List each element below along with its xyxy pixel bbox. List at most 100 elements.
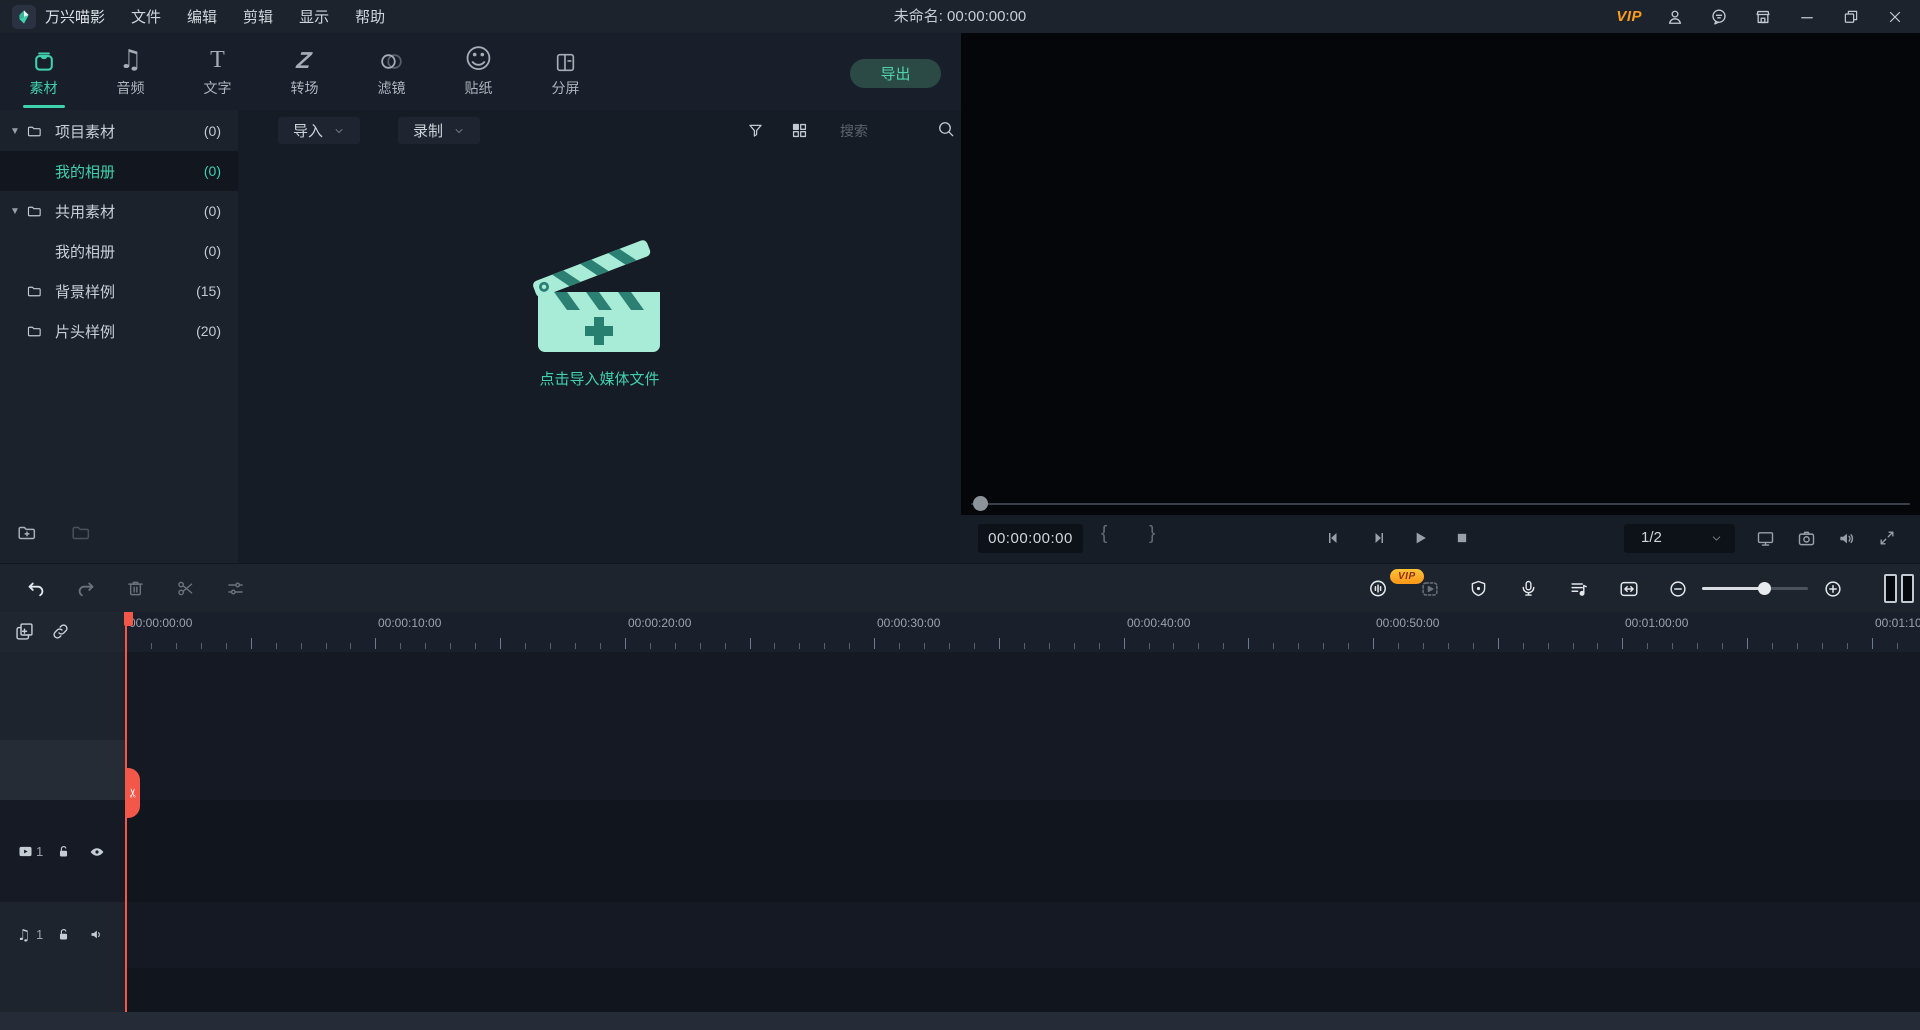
sidebar-item-count: (20) bbox=[196, 323, 221, 339]
tab-split[interactable]: 分屏 bbox=[522, 33, 609, 110]
ruler-tick bbox=[1373, 638, 1374, 649]
sidebar-item-label: 背景样例 bbox=[55, 281, 115, 302]
vip-badge[interactable]: VIP bbox=[1616, 8, 1642, 25]
tab-audio[interactable]: ♫音频 bbox=[87, 33, 174, 110]
mute-speaker-icon[interactable] bbox=[88, 926, 105, 943]
zoom-slider-handle[interactable] bbox=[1758, 582, 1771, 595]
ruler-tick bbox=[1099, 643, 1100, 649]
chevron-down-icon[interactable]: ▼ bbox=[10, 126, 20, 137]
store-icon[interactable] bbox=[1752, 6, 1774, 28]
preview-scrubber-track[interactable] bbox=[971, 503, 1910, 505]
mark-out-button[interactable]: } bbox=[1149, 523, 1155, 545]
timeline-lane[interactable] bbox=[126, 652, 1920, 741]
sidebar-item-0[interactable]: ▼项目素材(0) bbox=[0, 111, 238, 151]
link-clips-icon[interactable] bbox=[50, 621, 72, 643]
minimize-button[interactable] bbox=[1796, 6, 1818, 28]
ruler-tick bbox=[1498, 638, 1499, 649]
preview-scrubber-handle[interactable] bbox=[973, 496, 988, 511]
close-button[interactable] bbox=[1884, 6, 1906, 28]
search-input[interactable] bbox=[838, 119, 934, 143]
export-button[interactable]: 导出 bbox=[850, 59, 941, 88]
timeline-scrollbar-track[interactable] bbox=[0, 1012, 1920, 1030]
menu-item-1[interactable]: 编辑 bbox=[187, 6, 217, 27]
timeline-zoom-slider[interactable] bbox=[1702, 587, 1808, 590]
grid-view-icon[interactable] bbox=[790, 121, 810, 141]
tab-sticker[interactable]: ☺贴纸 bbox=[435, 33, 522, 110]
sidebar-item-4[interactable]: 背景样例(15) bbox=[0, 271, 238, 311]
fullscreen-icon[interactable] bbox=[1875, 526, 1899, 550]
import-dropdown[interactable]: 导入 bbox=[278, 117, 360, 144]
zoom-to-fit-button[interactable] bbox=[1616, 576, 1641, 601]
sidebar-item-1[interactable]: 我的相册(0) bbox=[0, 151, 238, 191]
volume-icon[interactable] bbox=[1834, 526, 1858, 550]
preview-video-area[interactable] bbox=[961, 33, 1920, 515]
render-preview-icon[interactable] bbox=[1417, 576, 1442, 601]
ruler-tick bbox=[700, 643, 701, 649]
add-track-button[interactable] bbox=[14, 621, 36, 643]
menu-item-3[interactable]: 显示 bbox=[299, 6, 329, 27]
audio-mixer-icon[interactable] bbox=[1566, 576, 1591, 601]
ruler-timecode-label: 00:01:00:00 bbox=[1625, 616, 1688, 630]
preview-scale-select[interactable]: 1/2 bbox=[1624, 524, 1735, 553]
record-voiceover-mic-icon[interactable] bbox=[1516, 576, 1541, 601]
lock-icon[interactable] bbox=[55, 926, 72, 943]
feedback-icon[interactable] bbox=[1708, 6, 1730, 28]
chevron-down-icon[interactable]: ▼ bbox=[10, 206, 20, 217]
tab-filter[interactable]: 滤镜 bbox=[348, 33, 435, 110]
sidebar-item-5[interactable]: 片头样例(20) bbox=[0, 311, 238, 351]
sidebar-item-label: 我的相册 bbox=[55, 161, 115, 182]
preview-panel: 00:00:00:00 { } 1/2 bbox=[961, 33, 1920, 563]
adjust-button[interactable] bbox=[223, 576, 248, 601]
play-button[interactable] bbox=[1408, 526, 1432, 550]
redo-button[interactable] bbox=[73, 576, 98, 601]
tab-media[interactable]: 素材 bbox=[0, 33, 87, 110]
zoom-in-button[interactable] bbox=[1820, 576, 1845, 601]
tab-transition[interactable]: Z转场 bbox=[261, 33, 348, 110]
ruler-timecode-label: 00:00:00:00 bbox=[129, 616, 192, 630]
folder-dim-icon[interactable] bbox=[70, 522, 92, 544]
ruler-tick bbox=[201, 643, 202, 649]
sidebar-item-2[interactable]: ▼共用素材(0) bbox=[0, 191, 238, 231]
previous-frame-button[interactable] bbox=[1322, 526, 1346, 550]
undo-button[interactable] bbox=[23, 576, 48, 601]
sidebar-item-3[interactable]: 我的相册(0) bbox=[0, 231, 238, 271]
menu-item-4[interactable]: 帮助 bbox=[355, 6, 385, 27]
mark-in-button[interactable]: { bbox=[1101, 523, 1107, 545]
playhead-handle[interactable] bbox=[124, 612, 133, 626]
ruler-tick bbox=[600, 643, 601, 649]
zoom-out-button[interactable] bbox=[1665, 576, 1690, 601]
search-icon[interactable] bbox=[936, 119, 956, 139]
lock-icon[interactable] bbox=[55, 843, 72, 860]
timeline-ruler[interactable]: 00:00:00:0000:00:10:0000:00:20:0000:00:3… bbox=[126, 612, 1920, 652]
tab-text[interactable]: T文字 bbox=[174, 33, 261, 110]
panel-layout-icon[interactable] bbox=[1884, 574, 1914, 603]
import-empty-state[interactable]: 点击导入媒体文件 bbox=[238, 240, 961, 389]
menu-item-0[interactable]: 文件 bbox=[131, 6, 161, 27]
snapshot-icon[interactable] bbox=[1794, 526, 1818, 550]
account-icon[interactable] bbox=[1664, 6, 1686, 28]
stop-button[interactable] bbox=[1450, 526, 1474, 550]
visibility-eye-icon[interactable] bbox=[88, 843, 105, 860]
empty-state-label[interactable]: 点击导入媒体文件 bbox=[238, 368, 961, 389]
delete-button[interactable] bbox=[123, 576, 148, 601]
timeline-lane[interactable] bbox=[126, 968, 1920, 1013]
menu-item-2[interactable]: 剪辑 bbox=[243, 6, 273, 27]
video-track-lane[interactable] bbox=[126, 800, 1920, 903]
display-device-icon[interactable] bbox=[1753, 526, 1777, 550]
app-brand: 万兴喵影 bbox=[45, 6, 105, 27]
new-folder-icon[interactable] bbox=[16, 522, 38, 544]
ruler-tick bbox=[1074, 643, 1075, 649]
timeline-lane[interactable] bbox=[126, 740, 1920, 801]
ruler-tick bbox=[1523, 643, 1524, 649]
record-dropdown[interactable]: 录制 bbox=[398, 117, 480, 144]
restore-button[interactable] bbox=[1840, 6, 1862, 28]
audio-track-lane[interactable] bbox=[126, 902, 1920, 969]
voiceover-icon[interactable] bbox=[1366, 576, 1391, 601]
filter-funnel-icon[interactable] bbox=[746, 121, 766, 141]
ruler-tick bbox=[1597, 643, 1598, 649]
split-scissors-button[interactable] bbox=[173, 576, 198, 601]
next-frame-button[interactable] bbox=[1366, 526, 1390, 550]
marker-shield-icon[interactable] bbox=[1466, 576, 1491, 601]
ruler-tick bbox=[1473, 643, 1474, 649]
playhead-scissors-handle[interactable]: ✂ bbox=[126, 768, 140, 818]
